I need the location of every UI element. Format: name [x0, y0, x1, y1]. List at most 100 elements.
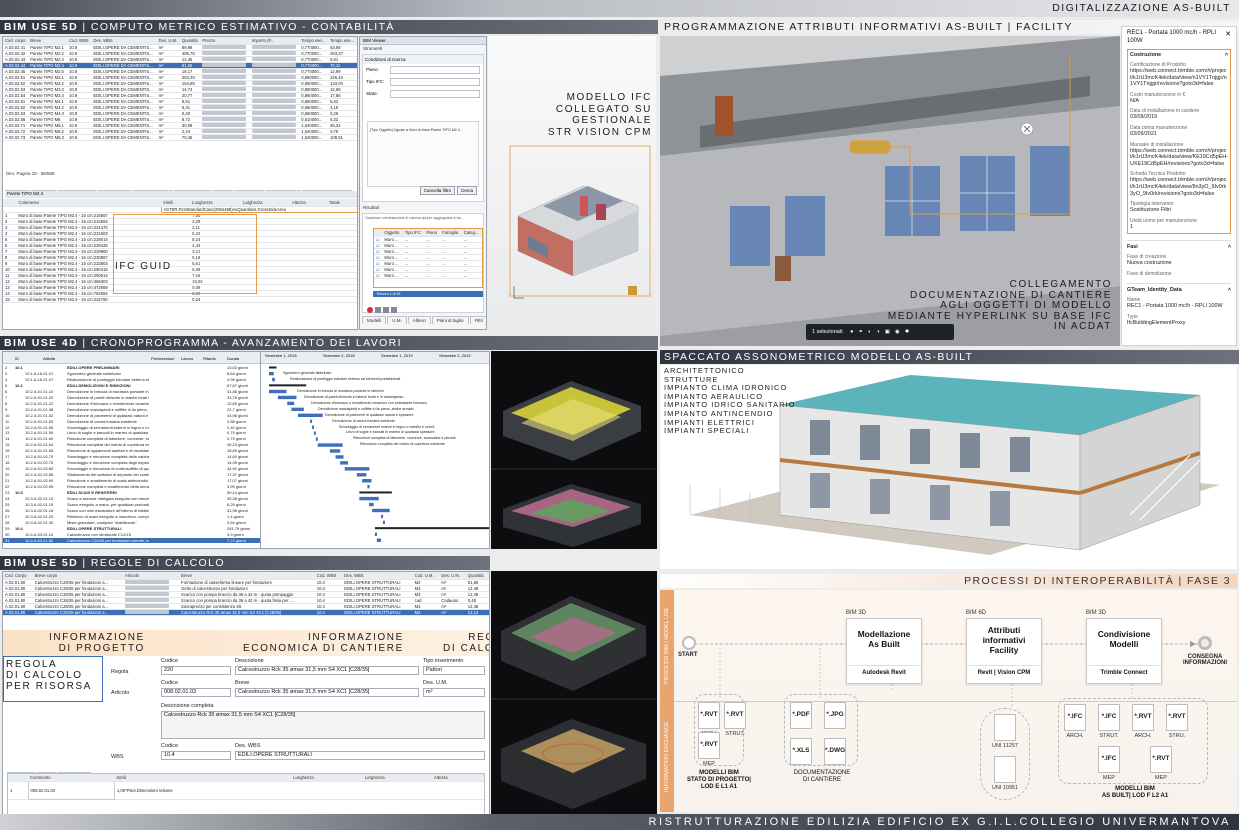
- gantt-bar[interactable]: [312, 425, 315, 429]
- column-header[interactable]: Cod. WBS: [314, 572, 343, 580]
- gantt-bar[interactable]: [291, 407, 304, 412]
- facility-3d-view[interactable]: COLLEGAMENTO DOCUMENTAZIONE DI CANTIERE …: [660, 36, 1120, 346]
- gantt-bar[interactable]: [277, 395, 297, 400]
- gantt-row[interactable]: 18 10.2.A.01.02.75 Smontaggio e rimozione …: [3, 460, 260, 466]
- file-icon[interactable]: *.DWG: [824, 738, 846, 765]
- property-value[interactable]: 03/09/2021: [1130, 131, 1228, 138]
- property-value[interactable]: 03/09/2019: [1130, 114, 1228, 121]
- gantt-bar[interactable]: [359, 496, 379, 501]
- column-header[interactable]: Predecessori: [151, 356, 174, 361]
- gantt-row[interactable]: 7 10.2.A.01.01.20 Demolizione di pareti di…: [3, 395, 260, 401]
- column-header[interactable]: Larghezza: [241, 199, 290, 207]
- isolate-icon[interactable]: ◑: [876, 329, 884, 335]
- gantt-row[interactable]: 12 10.2.A.01.01.56 Smontaggio di serrament…: [3, 425, 260, 431]
- file-icon[interactable]: *.RVT: [698, 732, 720, 759]
- end-node-icon[interactable]: [1198, 636, 1212, 650]
- gantt-row[interactable]: 28 10.3.A.02.01.30 Misto granulare, costip…: [3, 520, 260, 526]
- gantt-row[interactable]: 2 10.1 EDILI.OPERE PRELIMINARI 13,63 giorni: [3, 365, 260, 371]
- tree-item[interactable]: [Tipo Oggetto] Uguale a Muro di base:Par…: [368, 122, 478, 138]
- gantt-row[interactable]: 19 10.2.A.01.02.80 Smontaggio e rimozione …: [3, 466, 260, 472]
- gantt-row[interactable]: 27 10.3.A.02.01.20 Reinterro di scavi eseg…: [3, 514, 260, 520]
- column-header[interactable]: Tipo IFC: [402, 229, 425, 237]
- dropdown-select[interactable]: [390, 78, 480, 86]
- dropdown-select[interactable]: [390, 90, 480, 98]
- gantt-row[interactable]: 5 10.2 EDILI.DEMOLIZIONI E RIMOZIONI 67,67 …: [3, 383, 260, 389]
- column-header[interactable]: Commento: [28, 774, 115, 782]
- gantt-row[interactable]: 31 10.4.A.03.01.80 Calcestruzzo C28/35 per…: [3, 537, 260, 544]
- table-row[interactable]: ☑ Muro ...............: [374, 236, 482, 243]
- file-icon[interactable]: *.RVT: [1166, 704, 1188, 731]
- table-row[interactable]: ☑ Muro ...............: [374, 272, 482, 279]
- column-header[interactable]: Totale: [326, 199, 357, 207]
- table-row[interactable]: ☑ Muro ...............: [374, 254, 482, 261]
- property-value[interactable]: Sostituzione Filtri: [1130, 207, 1228, 214]
- gantt-bar[interactable]: [372, 508, 390, 513]
- column-header[interactable]: Attività: [43, 356, 55, 361]
- column-header[interactable]: Tempo ese...: [299, 37, 329, 45]
- column-header[interactable]: Oggetto: [382, 229, 403, 237]
- column-header[interactable]: Lunghezza: [291, 774, 363, 782]
- file-icon[interactable]: *.IFC: [1098, 746, 1120, 773]
- column-header[interactable]: Breve corpo: [32, 572, 123, 580]
- flow-box[interactable]: Condivisione Modelli Trimble Connect: [1086, 618, 1162, 684]
- gantt-row[interactable]: 17 10.2.A.01.02.70 Smontaggio e rimozione …: [3, 454, 260, 460]
- flow-box[interactable]: Modellazione As Built Autodesk Revit: [846, 618, 922, 684]
- column-header[interactable]: Cod. Corpo: [3, 572, 33, 580]
- bim-viewer-dialog[interactable]: BIM Viewer Strumenti Condizioni di ricer…: [359, 36, 487, 330]
- gantt-bar[interactable]: [297, 413, 323, 417]
- articolo-breve-input[interactable]: Calcestruzzo Rck 35 ømax 31,5 mm S4 XC1 …: [235, 688, 419, 697]
- file-icon[interactable]: *.XLS: [790, 738, 812, 765]
- column-header[interactable]: Importo (P...: [249, 37, 300, 45]
- file-icon[interactable]: *.IFC: [1064, 704, 1086, 731]
- formula-comment-cell[interactable]: 008.02.01.03: [27, 780, 115, 800]
- flow-box[interactable]: Attributi informativi Facility Revit | Vi…: [966, 618, 1042, 684]
- desc-completa-textarea[interactable]: Calcestruzzo Rck 35 ømax 31,5 mm S4 XC1 …: [161, 711, 485, 739]
- column-header[interactable]: Altezza: [289, 199, 327, 207]
- gantt-row[interactable]: 22 10.2.A.01.02.95 Rimozione completa e sm…: [3, 484, 260, 490]
- search-button[interactable]: Cerca: [456, 186, 477, 195]
- column-header[interactable]: Simili: [161, 199, 191, 207]
- gantt-bar[interactable]: [269, 366, 277, 369]
- property-value[interactable]: https://web.connect.trimble.com/#/projec…: [1130, 68, 1228, 88]
- gantt-bar[interactable]: [340, 461, 349, 465]
- table-row[interactable]: ☑ Muro ...............: [374, 266, 482, 273]
- gantt-row[interactable]: 10 10.2.A.01.01.52 Demolizione di paviment…: [3, 413, 260, 419]
- gantt-bar[interactable]: [287, 401, 295, 406]
- visibility-icon[interactable]: ▣: [885, 329, 895, 335]
- link-icon[interactable]: ⚭: [858, 329, 868, 335]
- file-icon[interactable]: [994, 714, 1016, 741]
- table-row[interactable]: A.02.01.80 Calcestruzzo C28/35 per fondaz…: [3, 591, 489, 598]
- articolo-um-select[interactable]: m³: [423, 688, 485, 697]
- file-icon[interactable]: *.IFC: [1098, 704, 1120, 731]
- gantt-row[interactable]: 21 10.2.A.01.02.90 Rimozione e smaltimento…: [3, 478, 260, 484]
- gantt-bar[interactable]: [344, 467, 370, 471]
- column-header[interactable]: Ritardo: [203, 356, 216, 361]
- gantt-row[interactable]: 8 10.2.A.01.01.22 Demolizione d'intonaco o…: [3, 401, 260, 407]
- gantt-bar[interactable]: [356, 473, 367, 477]
- gantt-bar[interactable]: [313, 431, 316, 435]
- table-row[interactable]: A.02.01.80 Calcestruzzo C28/35 per fondaz…: [3, 579, 489, 586]
- column-header[interactable]: Articolo: [122, 572, 180, 580]
- column-header[interactable]: Breve: [179, 572, 315, 580]
- gantt-row[interactable]: 13 10.2.A.01.01.59 Lievo di soglie e banca…: [3, 430, 260, 436]
- gantt-bar[interactable]: [374, 527, 490, 530]
- gantt-bar[interactable]: [362, 479, 372, 483]
- file-icon[interactable]: [994, 756, 1016, 783]
- column-header[interactable]: Altezza: [432, 774, 484, 782]
- gantt-bar[interactable]: [374, 532, 377, 536]
- identity-header[interactable]: GTeam_Identity_Data ˄: [1127, 282, 1231, 293]
- column-header[interactable]: Simili: [114, 774, 292, 782]
- tab[interactable]: Piani di taglio: [431, 316, 469, 324]
- gantt-row[interactable]: 30 10.4.A.03.01.10 Calcestruzzo non strutt…: [3, 532, 260, 538]
- regola-codice-input[interactable]: 220: [161, 666, 231, 675]
- palette-icon[interactable]: ◉: [895, 329, 905, 335]
- column-header[interactable]: Des. WBS: [342, 572, 413, 580]
- gantt-bar[interactable]: [272, 377, 275, 382]
- column-header[interactable]: Cod. corpo: [3, 37, 29, 45]
- column-header[interactable]: Commento: [16, 199, 161, 207]
- gantt-row[interactable]: 23 10.3 EDILI.SCAVI E REINTERRI 59,14 giorn…: [3, 490, 260, 496]
- file-icon[interactable]: *.RVT: [1132, 704, 1154, 731]
- property-value[interactable]: N/A: [1130, 98, 1228, 105]
- gantt-row[interactable]: 15 10.2.A.01.01.64 Rimozione completa del …: [3, 442, 260, 448]
- column-header[interactable]: Famiglia: [440, 229, 462, 237]
